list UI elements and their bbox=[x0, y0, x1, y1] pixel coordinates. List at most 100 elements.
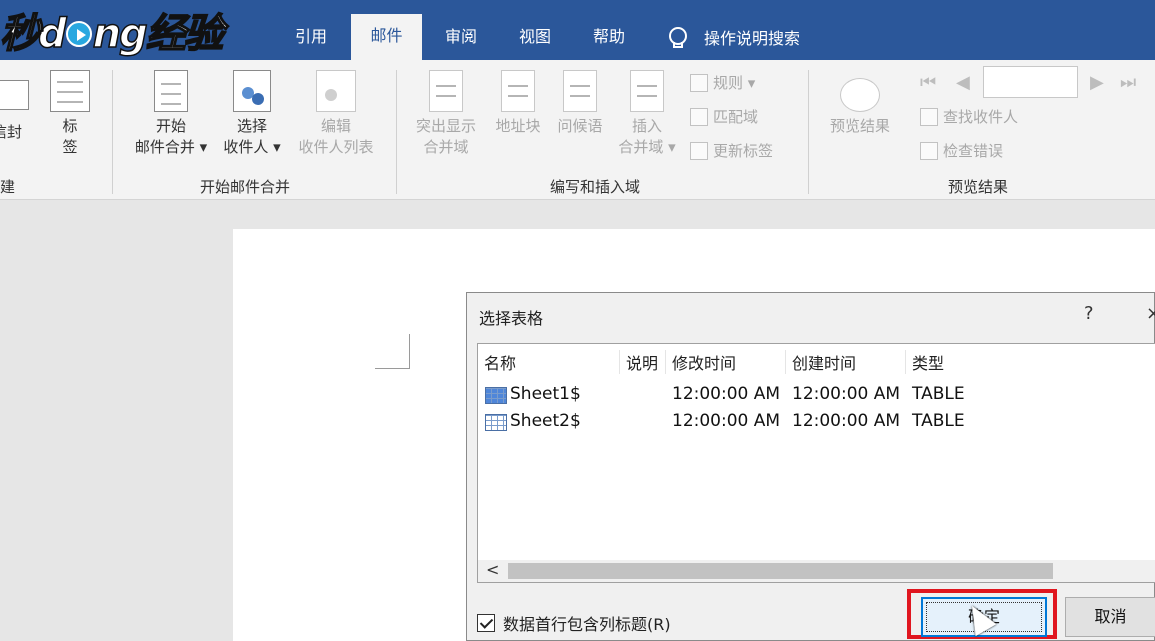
address-block-icon bbox=[501, 70, 535, 112]
tab-help[interactable]: 帮助 bbox=[580, 22, 638, 60]
tell-me-label: 操作说明搜索 bbox=[704, 29, 801, 48]
first-row-header-option[interactable]: 数据首行包含列标题(R) bbox=[477, 611, 671, 635]
page-margin-mark bbox=[375, 334, 410, 369]
highlight-fields-icon bbox=[429, 70, 463, 112]
cancel-button[interactable]: 取消 bbox=[1065, 597, 1155, 637]
start-mail-merge-button[interactable]: 开始 邮件合并 ▾ bbox=[126, 70, 216, 158]
find-recipient-button[interactable]: 查找收件人 bbox=[920, 106, 1018, 127]
row-type: TABLE bbox=[912, 411, 965, 431]
envelopes-label: 信封 bbox=[0, 123, 22, 141]
table-list[interactable]: 名称 说明 修改时间 创建时间 类型 Sheet1$ 12:00:00 AM 1… bbox=[477, 343, 1155, 583]
scroll-left-icon[interactable]: < bbox=[486, 560, 499, 579]
match-fields-button[interactable]: 匹配域 bbox=[690, 106, 758, 127]
tab-references[interactable]: 引用 bbox=[280, 22, 342, 60]
row-modified: 12:00:00 AM bbox=[672, 384, 781, 404]
scrollbar-thumb[interactable] bbox=[508, 563, 1053, 579]
column-header-name[interactable]: 名称 bbox=[478, 350, 620, 374]
ribbon-mailings: 信封 标 签 建 开始 邮件合并 ▾ 选择 收件人 ▾ 编辑 收件人列表 开始邮… bbox=[0, 60, 1155, 200]
select-recipients-label-1: 选择 bbox=[236, 117, 267, 135]
dialog-title: 选择表格 bbox=[479, 309, 544, 328]
insert-field-icon bbox=[630, 70, 664, 112]
row-modified: 12:00:00 AM bbox=[672, 411, 781, 431]
row-name: Sheet2$ bbox=[510, 411, 581, 431]
labels-label-2: 签 bbox=[62, 138, 78, 156]
check-errors-button[interactable]: 检查错误 bbox=[920, 140, 1003, 161]
tab-review[interactable]: 审阅 bbox=[432, 22, 490, 60]
check-errors-icon bbox=[920, 141, 938, 160]
update-labels-label: 更新标签 bbox=[713, 142, 774, 160]
lightbulb-icon bbox=[668, 27, 687, 48]
tab-view[interactable]: 视图 bbox=[506, 22, 564, 60]
tab-mailings[interactable]: 邮件 bbox=[351, 14, 422, 60]
watermark-text-b: ng经验 bbox=[92, 10, 225, 58]
list-header: 名称 说明 修改时间 创建时间 类型 bbox=[478, 344, 1155, 374]
address-block-button[interactable]: 地址块 bbox=[488, 70, 548, 137]
close-icon[interactable]: × bbox=[1146, 303, 1155, 324]
greeting-line-icon bbox=[563, 70, 597, 112]
insert-field-label-1: 插入 bbox=[631, 117, 662, 135]
rules-label: 规则 ▾ bbox=[713, 74, 756, 92]
previous-record-icon[interactable]: ◀ bbox=[956, 72, 970, 93]
column-header-description[interactable]: 说明 bbox=[620, 350, 666, 374]
row-name: Sheet1$ bbox=[510, 384, 581, 404]
select-recipients-button[interactable]: 选择 收件人 ▾ bbox=[216, 70, 288, 158]
group-separator bbox=[396, 70, 397, 194]
group-label-create: 建 bbox=[0, 178, 16, 196]
column-header-modified[interactable]: 修改时间 bbox=[666, 350, 786, 374]
start-merge-label-1: 开始 bbox=[155, 117, 186, 135]
table-row[interactable]: Sheet1$ 12:00:00 AM 12:00:00 AM TABLE bbox=[478, 382, 1155, 408]
row-created: 12:00:00 AM bbox=[792, 411, 901, 431]
worksheet-icon bbox=[485, 387, 507, 404]
highlight-merge-fields-button[interactable]: 突出显示 合并域 bbox=[408, 70, 484, 158]
edit-recipient-list-button[interactable]: 编辑 收件人列表 bbox=[290, 70, 382, 158]
first-row-header-checkbox[interactable] bbox=[477, 614, 495, 632]
recipients-icon bbox=[233, 70, 271, 112]
insert-merge-field-button[interactable]: 插入 合并域 ▾ bbox=[612, 70, 682, 158]
update-labels-button[interactable]: 更新标签 bbox=[690, 140, 773, 161]
watermark-logo: 秒d ng经验 bbox=[0, 8, 225, 58]
select-recipients-label-2: 收件人 ▾ bbox=[223, 138, 281, 156]
row-created: 12:00:00 AM bbox=[792, 384, 901, 404]
group-label-start-mail-merge: 开始邮件合并 bbox=[200, 178, 291, 196]
highlight-label-2: 合并域 bbox=[423, 138, 469, 156]
labels-icon bbox=[50, 70, 90, 112]
watermark-text-a: 秒d bbox=[0, 10, 67, 58]
labels-label-1: 标 bbox=[62, 117, 78, 135]
preview-results-button[interactable]: 预览结果 bbox=[822, 78, 898, 137]
rules-button[interactable]: 规则 ▾ bbox=[690, 72, 755, 93]
first-row-header-label: 数据首行包含列标题(R) bbox=[503, 615, 671, 634]
edit-list-icon bbox=[316, 70, 356, 112]
start-merge-label-2: 邮件合并 ▾ bbox=[134, 138, 208, 156]
address-block-label: 地址块 bbox=[495, 117, 541, 135]
select-table-dialog: 选择表格 ? × 名称 说明 修改时间 创建时间 类型 Sheet1$ 12:0… bbox=[466, 292, 1155, 641]
group-separator bbox=[112, 70, 113, 194]
check-errors-label: 检查错误 bbox=[943, 142, 1004, 160]
mail-merge-icon bbox=[154, 70, 188, 112]
match-fields-label: 匹配域 bbox=[713, 108, 759, 126]
edit-list-label-2: 收件人列表 bbox=[298, 138, 374, 156]
last-record-icon[interactable]: ⏭ bbox=[1120, 72, 1136, 93]
first-record-icon[interactable]: ⏮ bbox=[920, 72, 936, 93]
ribbon-tab-bar: 秒d ng经验 引用 邮件 审阅 视图 帮助 操作说明搜索 bbox=[0, 0, 1155, 60]
row-type: TABLE bbox=[912, 384, 965, 404]
labels-button[interactable]: 标 签 bbox=[48, 70, 92, 158]
group-separator bbox=[808, 70, 809, 194]
magnifier-abc-icon bbox=[840, 78, 880, 112]
edit-list-label-1: 编辑 bbox=[320, 117, 351, 135]
preview-results-label: 预览结果 bbox=[829, 117, 890, 135]
envelopes-button[interactable]: 信封 bbox=[0, 74, 32, 143]
horizontal-scrollbar[interactable]: < bbox=[478, 560, 1155, 582]
tell-me-search[interactable]: 操作说明搜索 bbox=[668, 22, 800, 52]
help-button[interactable]: ? bbox=[1084, 303, 1094, 324]
find-recipient-icon bbox=[920, 107, 938, 126]
column-header-created[interactable]: 创建时间 bbox=[786, 350, 906, 374]
column-header-type[interactable]: 类型 bbox=[906, 350, 1006, 374]
update-labels-icon bbox=[690, 141, 708, 160]
rules-icon bbox=[690, 73, 708, 92]
highlight-label-1: 突出显示 bbox=[415, 117, 476, 135]
table-row[interactable]: Sheet2$ 12:00:00 AM 12:00:00 AM TABLE bbox=[478, 409, 1155, 435]
next-record-icon[interactable]: ▶ bbox=[1090, 72, 1104, 93]
greeting-line-button[interactable]: 问候语 bbox=[550, 70, 610, 137]
record-number-input[interactable] bbox=[983, 66, 1078, 98]
greeting-line-label: 问候语 bbox=[557, 117, 603, 135]
